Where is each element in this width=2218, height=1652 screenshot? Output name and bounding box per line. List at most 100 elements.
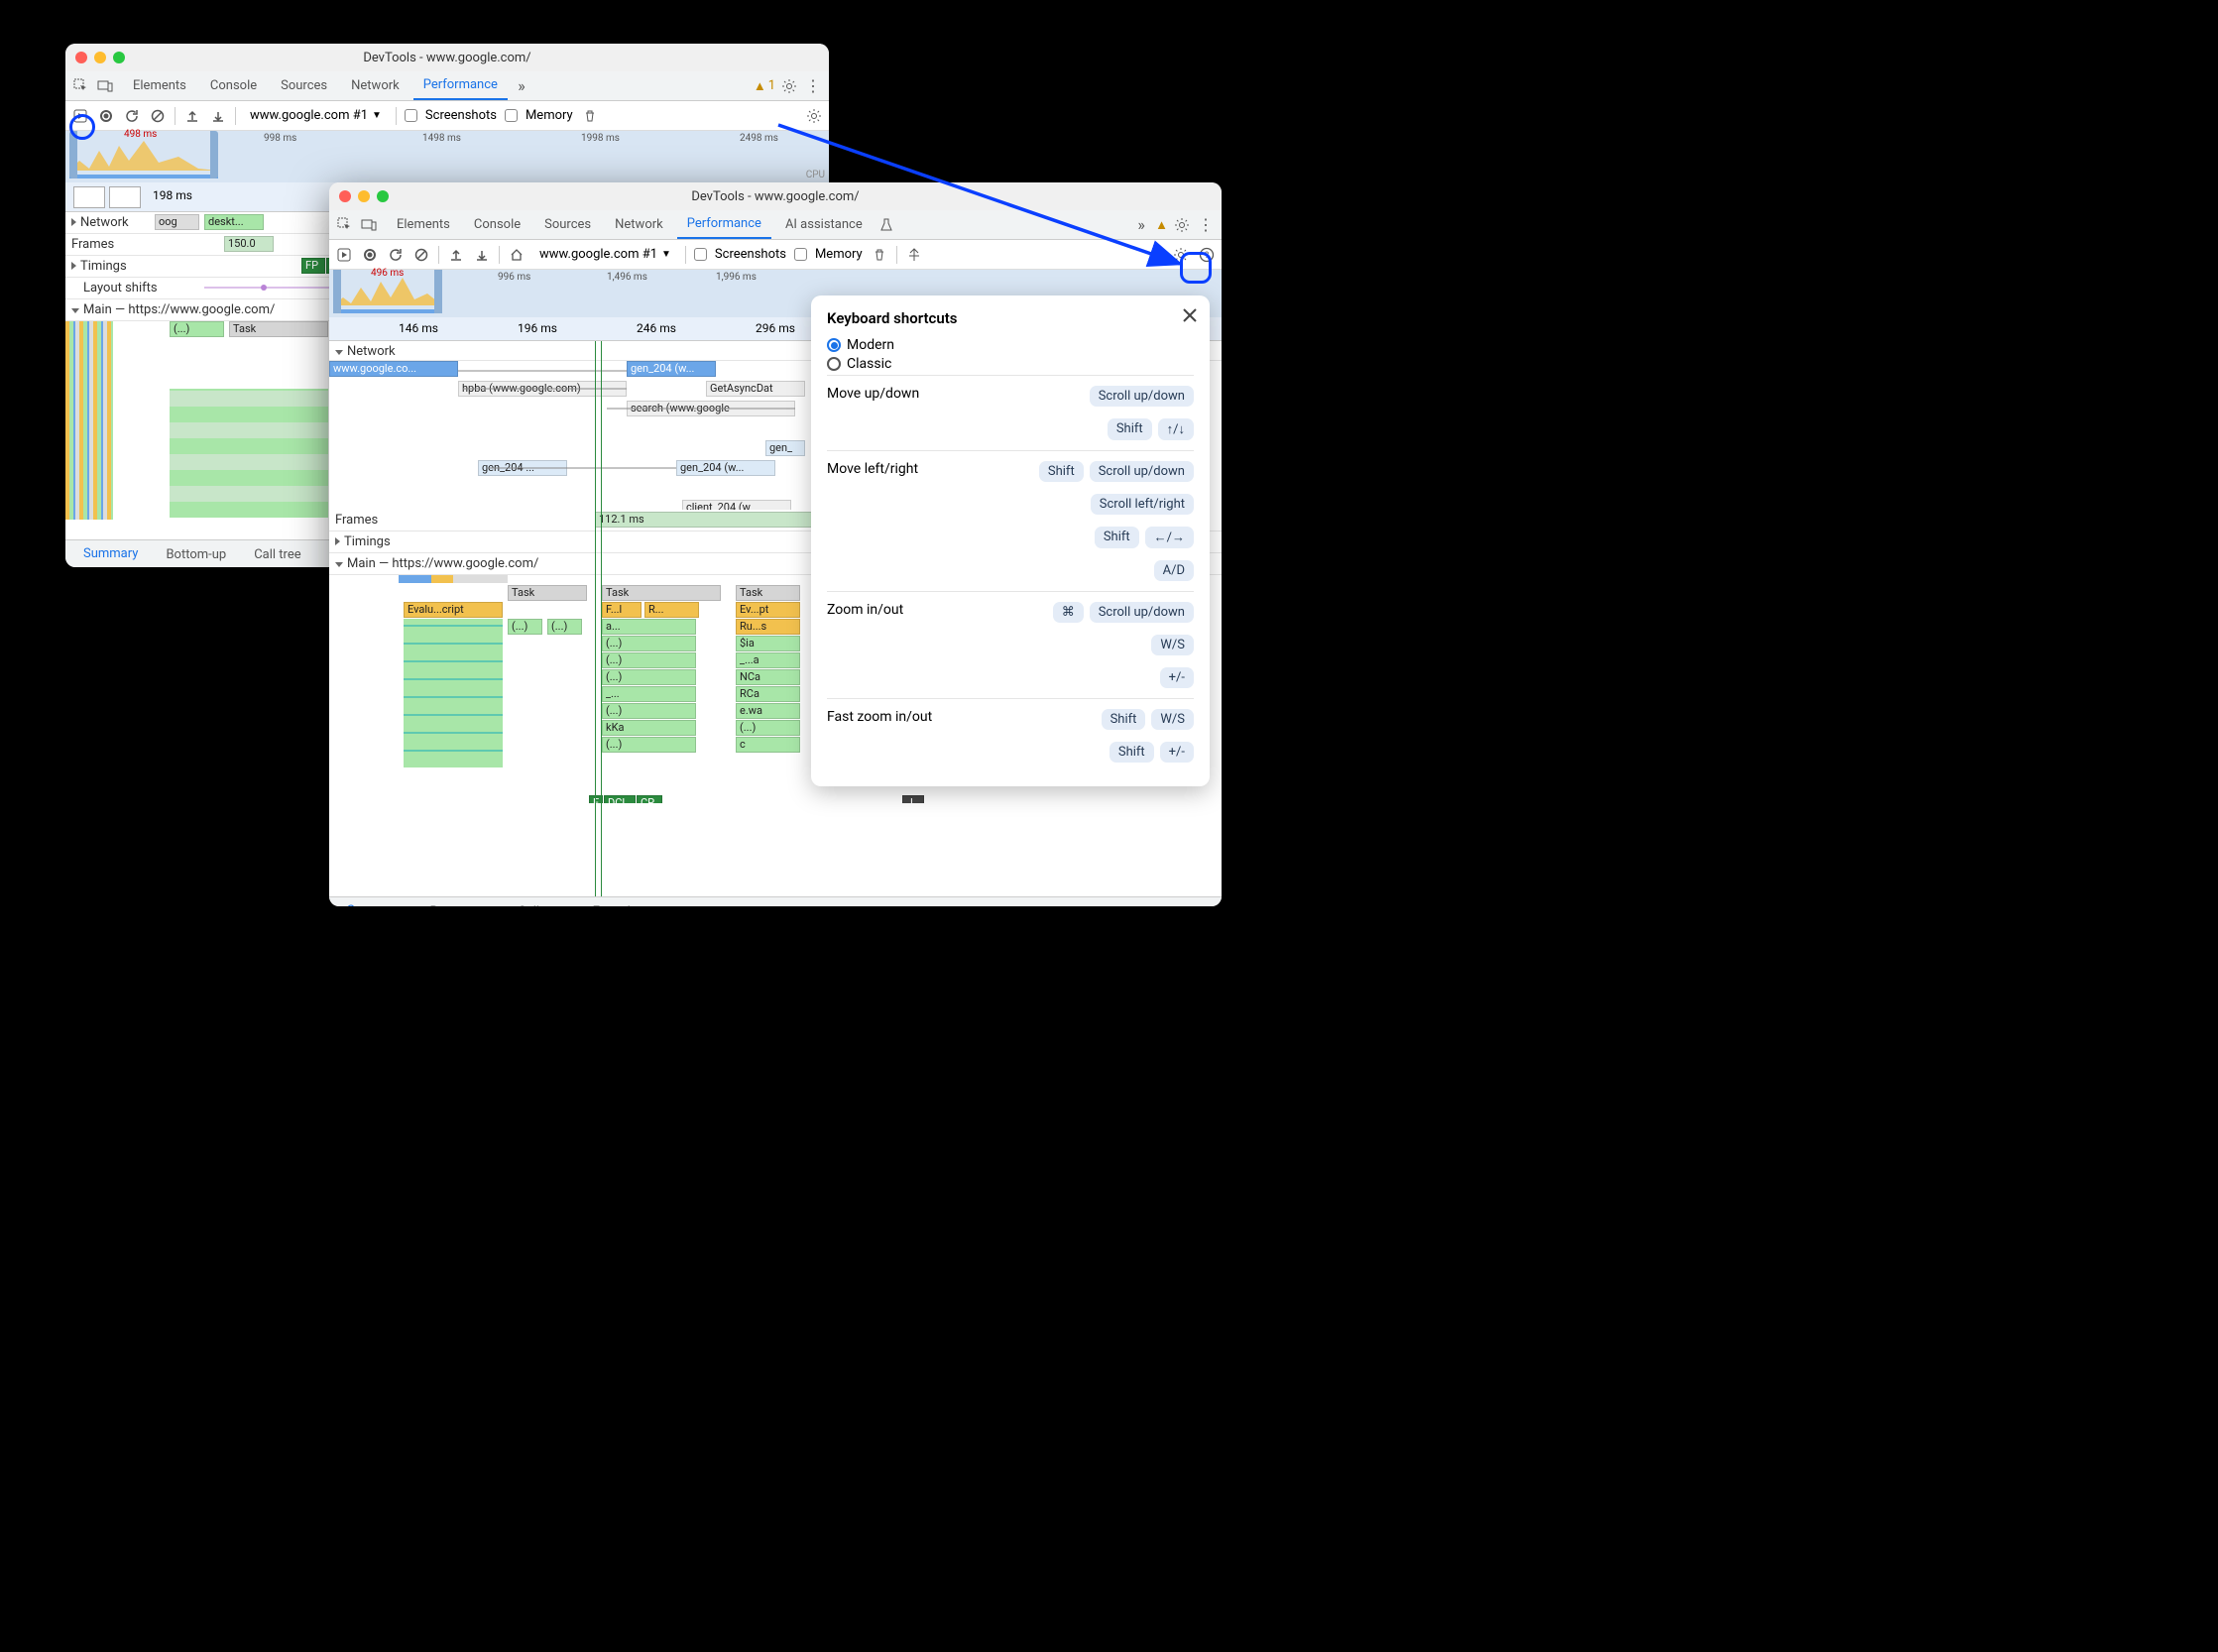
- handle-right[interactable]: [210, 131, 218, 178]
- recording-dropdown[interactable]: www.google.com #1 ▼: [533, 247, 677, 262]
- tab-elements[interactable]: Elements: [123, 71, 196, 100]
- track-timings[interactable]: Timings: [344, 534, 391, 549]
- close-dot[interactable]: [75, 52, 87, 63]
- traffic-lights[interactable]: [339, 190, 389, 202]
- tab-sources[interactable]: Sources: [534, 210, 601, 239]
- svg-text:?: ?: [1205, 251, 1209, 261]
- screenshots-checkbox[interactable]: [405, 109, 417, 122]
- titlebar: DevTools - www.google.com/: [65, 44, 829, 71]
- clear-icon[interactable]: [149, 107, 167, 125]
- upload-icon[interactable]: [447, 246, 465, 264]
- tab-console[interactable]: Console: [200, 71, 267, 100]
- inspect-icon[interactable]: [71, 76, 91, 96]
- handle-left[interactable]: [69, 131, 77, 178]
- record-reload-icon[interactable]: [335, 246, 353, 264]
- more-tabs-icon[interactable]: »: [512, 76, 531, 96]
- track-network[interactable]: Network: [347, 344, 396, 359]
- reload-icon[interactable]: [387, 246, 405, 264]
- more-tabs-icon[interactable]: »: [1131, 215, 1151, 235]
- min-dot[interactable]: [94, 52, 106, 63]
- tab-bar: Elements Console Sources Network Perform…: [329, 210, 1222, 240]
- track-network[interactable]: Network: [80, 215, 129, 230]
- download-icon[interactable]: [473, 246, 491, 264]
- home-icon[interactable]: [508, 246, 525, 264]
- upload-icon[interactable]: [183, 107, 201, 125]
- screenshots-checkbox[interactable]: [694, 248, 707, 261]
- clear-icon[interactable]: [412, 246, 430, 264]
- track-main[interactable]: Main — https://www.google.com/: [347, 556, 538, 571]
- max-dot[interactable]: [377, 190, 389, 202]
- popover-title: Keyboard shortcuts: [827, 309, 1194, 327]
- btab-bottomup[interactable]: Bottom-up: [417, 897, 502, 906]
- max-dot[interactable]: [113, 52, 125, 63]
- tab-bar: Elements Console Sources Network Perform…: [65, 71, 829, 101]
- gear-icon[interactable]: [1172, 215, 1192, 235]
- sidebar-icon[interactable]: [905, 246, 923, 264]
- kebab-icon[interactable]: ⋮: [1196, 215, 1216, 235]
- btab-calltree[interactable]: Call tree: [242, 540, 312, 567]
- handle-left[interactable]: [333, 270, 341, 313]
- shortcut-row: Move up/down Scroll up/down Shift ↑/↓: [827, 375, 1194, 450]
- tab-ai[interactable]: AI assistance: [775, 210, 873, 239]
- kebab-icon[interactable]: ⋮: [803, 76, 823, 96]
- overview-minimap[interactable]: 998 ms 1498 ms 1998 ms 2498 ms 498 ms CP…: [65, 131, 829, 182]
- shortcuts-popover: Keyboard shortcuts Modern Classic Move u…: [811, 295, 1210, 786]
- collect-garbage-icon[interactable]: [581, 107, 599, 125]
- flame-thumbnails: [65, 321, 113, 520]
- inspect-icon[interactable]: [335, 215, 355, 235]
- btab-bottomup[interactable]: Bottom-up: [154, 540, 238, 567]
- radio-classic[interactable]: Classic: [827, 356, 1194, 372]
- shortcut-row: Fast zoom in/out Shift W/S Shift +/-: [827, 698, 1194, 772]
- min-dot[interactable]: [358, 190, 370, 202]
- window-title: DevTools - www.google.com/: [329, 189, 1222, 204]
- shortcut-row: Move left/right Shift Scroll up/down Scr…: [827, 450, 1194, 591]
- bottom-tabs: Summary Bottom-up Call tree Event log: [329, 896, 1222, 906]
- track-timings[interactable]: Timings: [80, 259, 127, 274]
- titlebar: DevTools - www.google.com/: [329, 182, 1222, 210]
- perf-toolbar: www.google.com #1 ▼ Screenshots Memory: [65, 101, 829, 131]
- handle-right[interactable]: [434, 270, 442, 313]
- flask-icon[interactable]: [876, 215, 896, 235]
- window-title: DevTools - www.google.com/: [65, 51, 829, 65]
- traffic-lights[interactable]: [75, 52, 125, 63]
- memory-checkbox[interactable]: [794, 248, 807, 261]
- track-frames[interactable]: Frames: [65, 234, 204, 255]
- reload-icon[interactable]: [123, 107, 141, 125]
- btab-summary[interactable]: Summary: [335, 897, 413, 906]
- screenshot-thumb[interactable]: [73, 186, 105, 208]
- device-icon[interactable]: [95, 76, 115, 96]
- tab-console[interactable]: Console: [464, 210, 530, 239]
- record-icon[interactable]: [97, 107, 115, 125]
- memory-checkbox[interactable]: [505, 109, 518, 122]
- recording-dropdown[interactable]: www.google.com #1 ▼: [244, 108, 388, 123]
- perf-settings-icon[interactable]: [1172, 246, 1190, 264]
- track-main[interactable]: Main — https://www.google.com/: [83, 302, 275, 317]
- track-frames[interactable]: Frames: [329, 510, 468, 531]
- device-icon[interactable]: [359, 215, 379, 235]
- tab-network[interactable]: Network: [341, 71, 409, 100]
- btab-eventlog[interactable]: Event log: [581, 897, 657, 906]
- warnings-badge[interactable]: ▲ 1: [754, 78, 775, 94]
- download-icon[interactable]: [209, 107, 227, 125]
- track-layout-shifts[interactable]: Layout shifts: [65, 278, 204, 298]
- btab-calltree[interactable]: Call tree: [506, 897, 576, 906]
- close-icon[interactable]: [1182, 307, 1198, 323]
- tab-sources[interactable]: Sources: [271, 71, 337, 100]
- record-icon[interactable]: [361, 246, 379, 264]
- tab-performance[interactable]: Performance: [413, 71, 508, 100]
- radio-modern[interactable]: Modern: [827, 337, 1194, 353]
- help-icon[interactable]: ?: [1198, 246, 1216, 264]
- warnings-badge[interactable]: ▲: [1155, 217, 1168, 233]
- close-dot[interactable]: [339, 190, 351, 202]
- collect-garbage-icon[interactable]: [871, 246, 888, 264]
- btab-summary[interactable]: Summary: [71, 540, 150, 567]
- shortcut-row: Zoom in/out ⌘ Scroll up/down W/S +/-: [827, 591, 1194, 698]
- overview-marker: 498 ms: [124, 129, 157, 140]
- screenshot-thumb[interactable]: [109, 186, 141, 208]
- tab-performance[interactable]: Performance: [677, 210, 771, 239]
- tab-elements[interactable]: Elements: [387, 210, 460, 239]
- perf-settings-icon[interactable]: [805, 107, 823, 125]
- gear-icon[interactable]: [779, 76, 799, 96]
- tab-network[interactable]: Network: [605, 210, 673, 239]
- record-reload-icon[interactable]: [71, 107, 89, 125]
